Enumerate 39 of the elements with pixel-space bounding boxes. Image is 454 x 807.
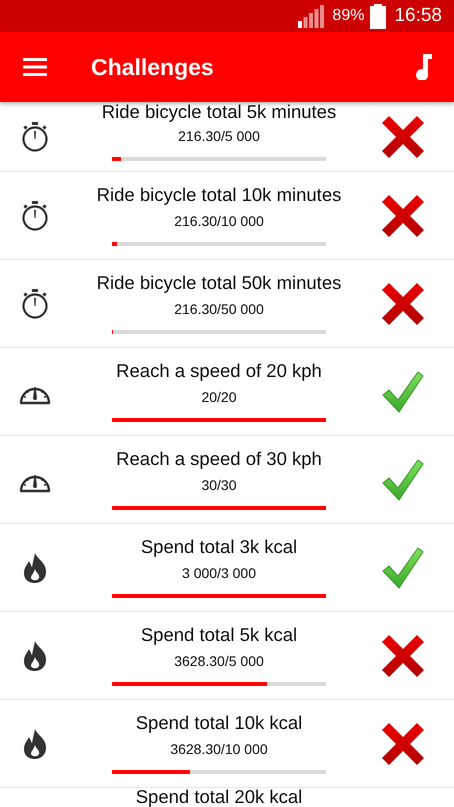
signal-icon bbox=[298, 4, 324, 28]
challenge-row[interactable]: Ride bicycle total 50k minutes 216.30/50 000 bbox=[0, 260, 454, 348]
progress-text: 30/30 bbox=[201, 476, 237, 492]
challenge-title: Reach a speed of 30 kph bbox=[116, 448, 322, 470]
challenge-title: Ride bicycle total 10k minutes bbox=[96, 184, 342, 206]
progress-text: 3 000/3 000 bbox=[182, 564, 256, 580]
progress-text: 216.30/50 000 bbox=[174, 300, 264, 316]
flame-icon bbox=[23, 728, 47, 758]
flame-icon bbox=[23, 552, 47, 582]
challenge-title: Spend total 3k kcal bbox=[140, 536, 298, 558]
stopwatch-icon bbox=[21, 288, 49, 318]
challenge-row[interactable]: Spend total 3k kcal 3 000/3 000 bbox=[0, 524, 454, 612]
challenge-title: Ride bicycle total 5k minutes bbox=[102, 102, 336, 121]
challenge-row[interactable]: Reach a speed of 20 kph 20/20 bbox=[0, 348, 454, 436]
music-note-icon[interactable] bbox=[416, 54, 432, 80]
challenge-title: Spend total 20k kcal bbox=[136, 788, 302, 806]
screen-title: Challenges bbox=[91, 54, 215, 80]
challenge-row[interactable]: Spend total 20k kcal bbox=[0, 788, 454, 807]
progress-text: 216.30/10 000 bbox=[174, 212, 264, 228]
progress-text: 3628.30/5 000 bbox=[174, 652, 264, 668]
challenge-row[interactable]: Reach a speed of 30 kph 30/30 bbox=[0, 436, 454, 524]
progress-text: 216.30/5 000 bbox=[178, 128, 260, 144]
battery-icon bbox=[370, 4, 386, 28]
flame-icon bbox=[23, 640, 47, 670]
stopwatch-icon bbox=[21, 200, 49, 230]
challenge-row[interactable]: Ride bicycle total 5k minutes 216.30/5 000 bbox=[0, 102, 454, 172]
challenge-title: Spend total 5k kcal bbox=[140, 624, 298, 646]
challenge-row[interactable]: Ride bicycle total 10k minutes 216.30/10 000 bbox=[0, 172, 454, 260]
progress-text: 3628.30/10 000 bbox=[170, 740, 268, 756]
progress-text: 20/20 bbox=[201, 388, 237, 404]
battery-percent: 89% bbox=[332, 7, 364, 25]
challenge-title: Reach a speed of 20 kph bbox=[116, 360, 322, 382]
challenge-row[interactable]: Spend total 5k kcal 3628.30/5 000 bbox=[0, 612, 454, 700]
clock: 16:58 bbox=[394, 5, 442, 27]
challenge-title: Ride bicycle total 50k minutes bbox=[96, 272, 342, 294]
challenge-title: Spend total 10k kcal bbox=[136, 712, 302, 734]
menu-icon[interactable] bbox=[23, 58, 47, 76]
challenge-row[interactable]: Spend total 10k kcal 3628.30/10 000 bbox=[0, 700, 454, 788]
stopwatch-icon bbox=[21, 122, 49, 152]
